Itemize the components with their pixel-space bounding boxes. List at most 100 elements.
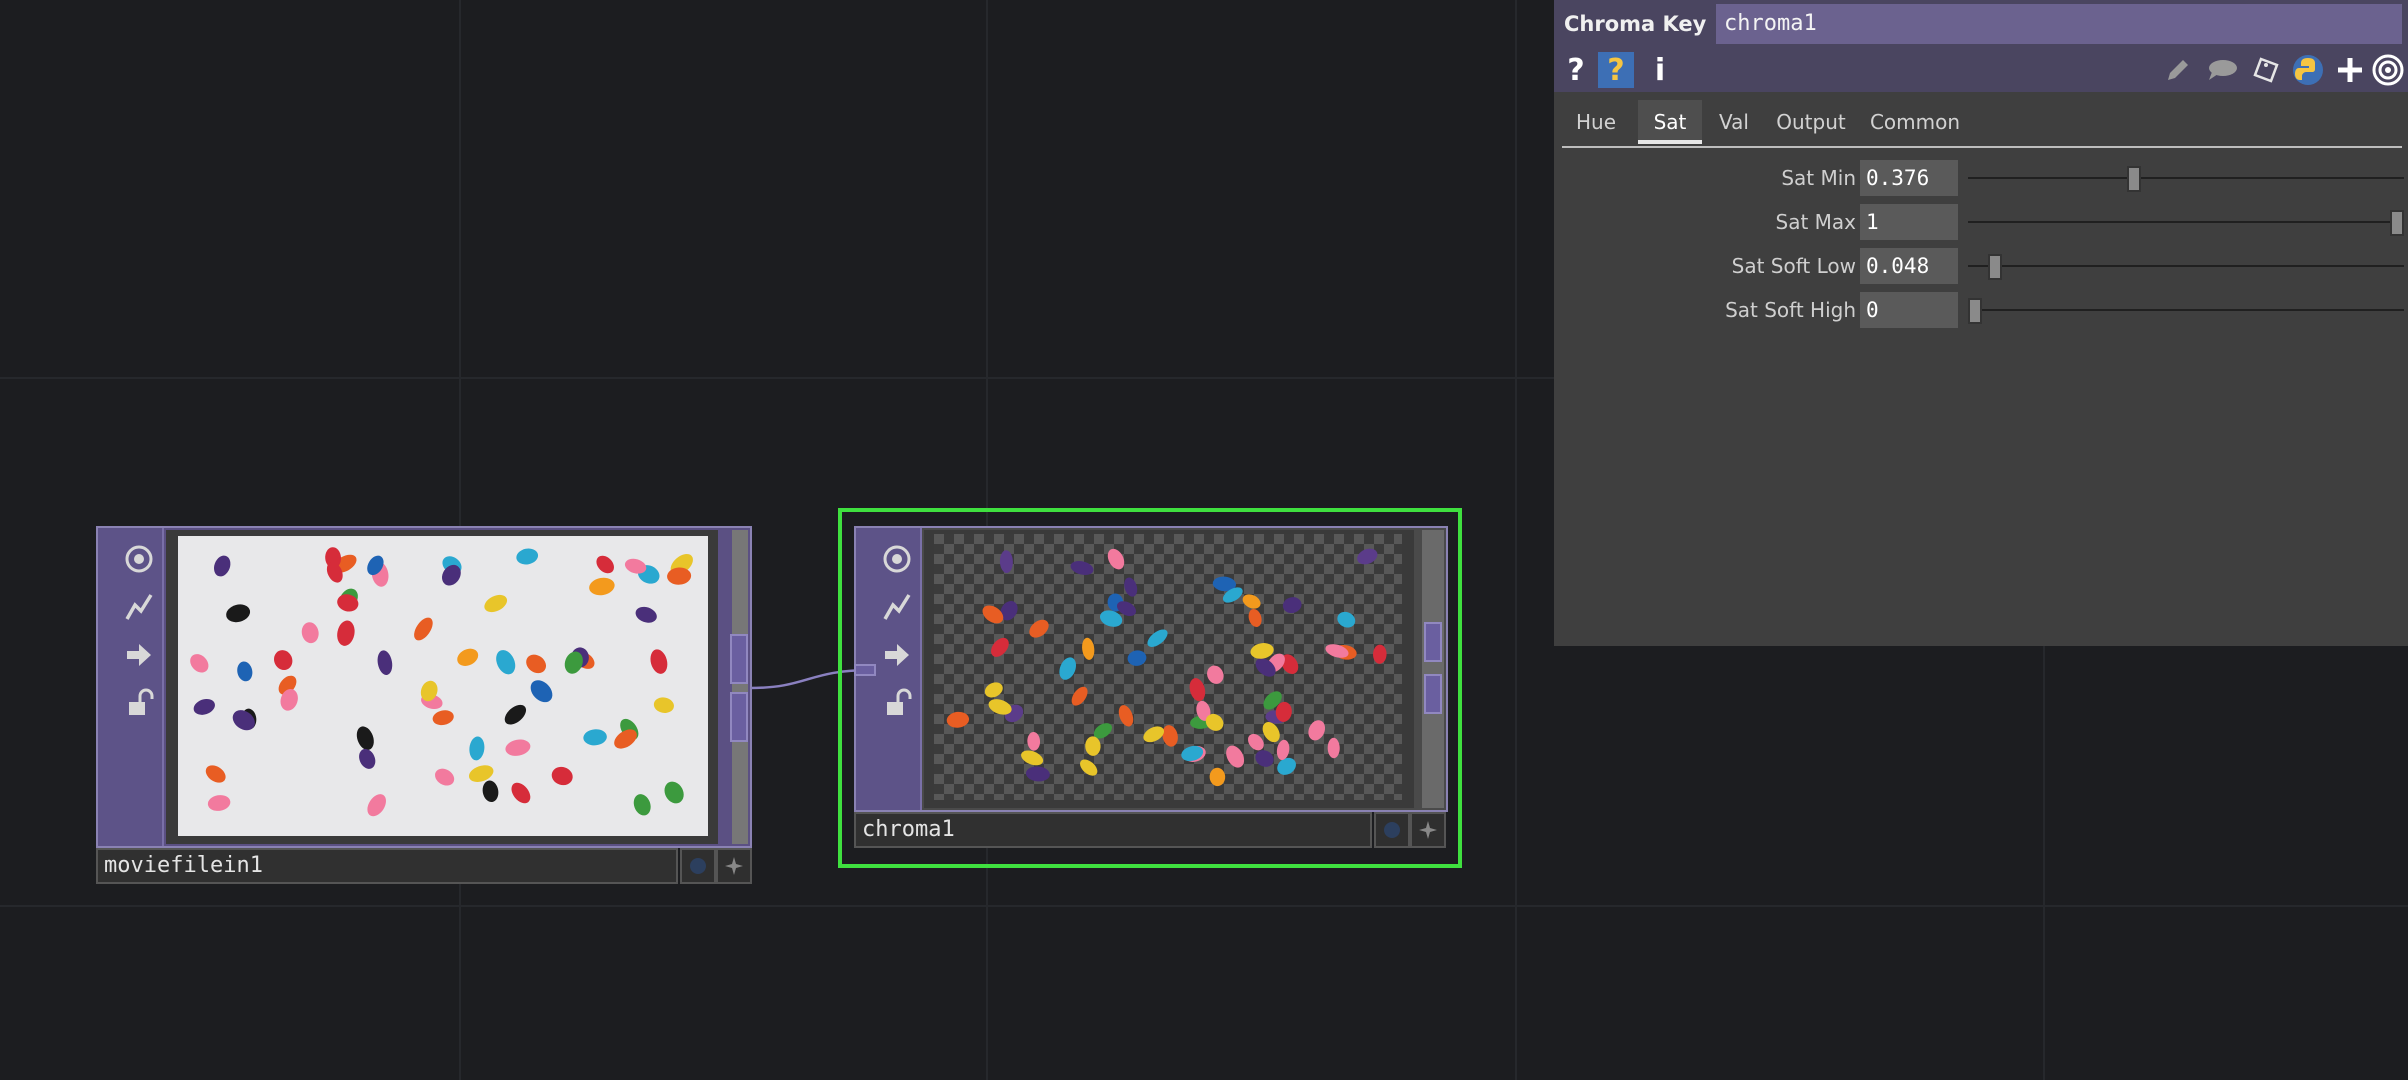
output-connector[interactable] (1424, 622, 1442, 662)
jelly-bean (377, 650, 393, 676)
jelly-bean (505, 739, 531, 756)
python-help-icon[interactable]: ? (1598, 52, 1634, 88)
node-name-label[interactable]: chroma1 (854, 812, 1372, 848)
node-name-label[interactable]: moviefilein1 (96, 848, 678, 884)
slider-track[interactable] (1968, 265, 2404, 267)
viewer-flag-icon[interactable] (878, 540, 916, 578)
param-label: Sat Soft High (1725, 298, 1856, 322)
jelly-bean (232, 710, 255, 731)
jelly-bean (457, 648, 479, 666)
jelly-bean (526, 654, 547, 674)
lock-flag-icon[interactable] (120, 684, 158, 722)
jelly-bean (367, 794, 386, 817)
python-icon[interactable] (2290, 52, 2326, 88)
sat-soft-low-slider[interactable] (1988, 254, 2003, 280)
slider-track[interactable] (1968, 309, 2404, 311)
tab-hue[interactable]: Hue (1562, 100, 1630, 144)
tag-icon[interactable] (2248, 52, 2284, 88)
sat-max-slider[interactable] (2390, 210, 2404, 236)
slider-track[interactable] (1968, 177, 2404, 179)
param-label: Sat Max (1775, 210, 1857, 234)
sat-min-field[interactable]: 0.376 (1860, 160, 1958, 196)
movie-preview[interactable] (178, 536, 708, 836)
jelly-bean (589, 577, 615, 596)
keyed-jelly-beans-image (934, 534, 1402, 800)
jelly-bean (193, 698, 215, 715)
node-moviefilein1[interactable]: moviefilein1 (96, 526, 752, 886)
jelly-bean (583, 729, 607, 746)
jelly-bean (356, 726, 374, 750)
tab-val[interactable]: Val (1708, 100, 1760, 144)
jelly-bean (484, 594, 508, 613)
jelly-bean (226, 604, 251, 623)
jelly-bean (237, 661, 253, 682)
viewer-toggle-button[interactable] (680, 848, 716, 884)
comment-icon[interactable] (2204, 52, 2240, 88)
jelly-bean (551, 766, 573, 786)
add-icon[interactable] (2332, 52, 2368, 88)
jelly-bean (516, 548, 539, 565)
jelly-bean (653, 697, 674, 713)
bypass-flag-icon[interactable] (120, 588, 158, 626)
param-row-sat-min: Sat Min 0.376 (1554, 158, 2408, 198)
jelly-beans-image (190, 547, 693, 817)
jelly-bean (650, 649, 668, 674)
output-connector[interactable] (1424, 674, 1442, 714)
edit-icon[interactable] (2160, 52, 2196, 88)
jelly-bean (664, 781, 684, 804)
jelly-bean (596, 555, 614, 574)
info-icon[interactable]: i (1642, 52, 1678, 88)
jelly-bean (190, 654, 209, 673)
sat-soft-high-slider[interactable] (1968, 298, 1982, 324)
sat-min-slider[interactable] (2126, 166, 2141, 192)
jelly-bean (301, 622, 319, 644)
jelly-bean (337, 620, 355, 646)
panel-toolbar: ? ? i (1554, 48, 2408, 92)
help-icon[interactable]: ? (1558, 52, 1594, 88)
node-chroma1[interactable]: chroma1 (854, 526, 1448, 856)
pin-icon[interactable] (1410, 812, 1446, 848)
slider-track[interactable] (1968, 221, 2404, 223)
chroma-preview[interactable] (934, 534, 1402, 800)
viewer-toggle-button[interactable] (1374, 812, 1410, 848)
jelly-bean (414, 617, 433, 641)
jelly-bean (635, 606, 657, 623)
viewer-flag-icon[interactable] (120, 540, 158, 578)
sat-max-field[interactable]: 1 (1860, 204, 1958, 240)
jelly-bean (504, 704, 527, 725)
jelly-bean (469, 736, 485, 761)
output-bar (732, 530, 748, 844)
grid-line (0, 905, 2408, 907)
tab-sat[interactable]: Sat (1638, 100, 1702, 144)
tab-output[interactable]: Output (1768, 100, 1854, 144)
operator-name-field[interactable]: chroma1 (1716, 4, 2402, 44)
parameter-tabs: Hue Sat Val Output Common (1562, 100, 2402, 148)
display-flag-icon[interactable] (878, 636, 916, 674)
target-icon[interactable] (2370, 52, 2406, 88)
param-row-sat-max: Sat Max 1 (1554, 202, 2408, 242)
operator-type-label: Chroma Key (1564, 12, 1707, 36)
sat-soft-high-field[interactable]: 0 (1860, 292, 1958, 328)
jelly-bean (511, 782, 531, 804)
param-label: Sat Soft Low (1731, 254, 1856, 278)
pin-icon[interactable] (716, 848, 752, 884)
bypass-flag-icon[interactable] (878, 588, 916, 626)
jelly-bean (633, 794, 651, 816)
grid-line (1515, 0, 1517, 1080)
input-connector[interactable] (854, 664, 876, 676)
parameter-panel: Chroma Key chroma1 ? ? i Hue Sat Val Out… (1554, 0, 2408, 646)
lock-flag-icon[interactable] (878, 684, 916, 722)
jelly-bean (213, 555, 231, 577)
output-connector[interactable] (730, 692, 748, 742)
jelly-bean (530, 680, 553, 703)
tab-common[interactable]: Common (1862, 100, 1968, 144)
jelly-bean (496, 650, 516, 675)
param-row-sat-soft-high: Sat Soft High 0 (1554, 290, 2408, 330)
sat-soft-low-field[interactable]: 0.048 (1860, 248, 1958, 284)
output-connector[interactable] (730, 634, 748, 684)
param-label: Sat Min (1781, 166, 1856, 190)
output-bar (1422, 530, 1444, 808)
param-row-sat-soft-low: Sat Soft Low 0.048 (1554, 246, 2408, 286)
display-flag-icon[interactable] (120, 636, 158, 674)
jelly-bean (432, 710, 454, 726)
